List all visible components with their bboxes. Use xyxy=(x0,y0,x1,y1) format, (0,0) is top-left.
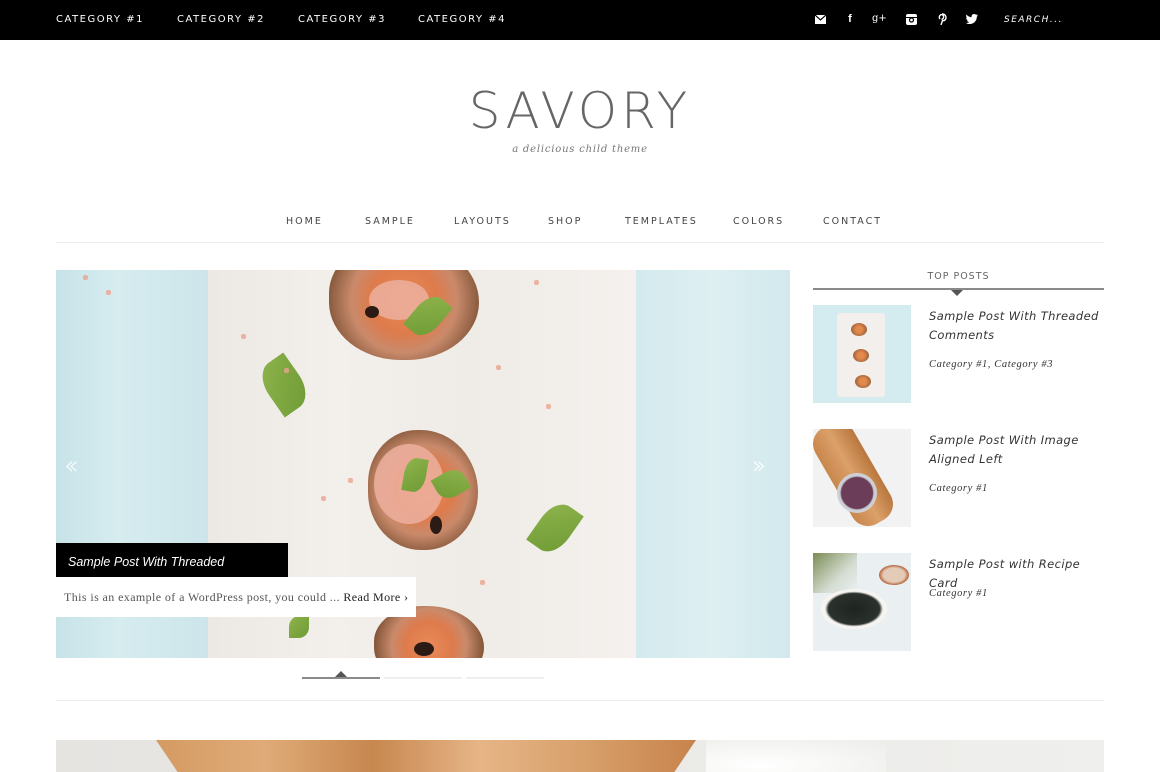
twitter-icon[interactable] xyxy=(965,11,979,27)
salt-crystal xyxy=(480,580,485,585)
topbar-category-4[interactable]: CATEGORY #4 xyxy=(418,14,506,25)
salt-crystal xyxy=(106,290,111,295)
topbar-category-1[interactable]: CATEGORY #1 xyxy=(56,14,144,25)
salt-crystal xyxy=(496,365,501,370)
email-icon[interactable] xyxy=(813,11,827,27)
salt-crystal xyxy=(546,404,551,409)
site-tagline: a delicious child theme xyxy=(512,144,648,155)
slider-pager-2[interactable] xyxy=(384,677,462,679)
slide-excerpt: This is an example of a WordPress post, … xyxy=(56,577,416,617)
featured-slider[interactable]: ‹‹ ›› Sample Post With Threaded Comments… xyxy=(56,270,790,658)
post-thumbnail[interactable] xyxy=(813,429,911,527)
nav-divider xyxy=(56,242,1104,243)
salt-crystal xyxy=(534,280,539,285)
salt-crystal xyxy=(321,496,326,501)
content-divider xyxy=(56,700,1104,701)
topbar-category-2[interactable]: CATEGORY #2 xyxy=(177,14,265,25)
salt-crystal xyxy=(348,478,353,483)
slider-prev-arrow[interactable]: ‹‹ xyxy=(64,453,79,479)
post-thumbnail[interactable] xyxy=(813,553,911,651)
facebook-icon[interactable]: f xyxy=(843,11,857,27)
nav-colors[interactable]: COLORS xyxy=(733,216,784,227)
slide-title[interactable]: Sample Post With Threaded Comments xyxy=(56,543,288,607)
nav-home[interactable]: HOME xyxy=(286,216,323,227)
pinterest-icon[interactable] xyxy=(935,11,949,27)
featured-image-below[interactable] xyxy=(56,740,1104,772)
slider-pager-3[interactable] xyxy=(466,677,544,679)
main-nav: HOME SAMPLE LAYOUTS SHOP TEMPLATES COLOR… xyxy=(0,216,1160,230)
top-posts-title: TOP POSTS xyxy=(927,271,990,282)
post-categories[interactable]: Category #1, Category #3 xyxy=(929,359,1053,370)
google-plus-icon[interactable]: g+ xyxy=(872,11,887,27)
top-post-item[interactable]: Sample Post With Image Aligned Left Cate… xyxy=(813,429,1104,527)
nav-layouts[interactable]: LAYOUTS xyxy=(454,216,511,227)
top-bar: CATEGORY #1 CATEGORY #2 CATEGORY #3 CATE… xyxy=(0,0,1160,40)
post-thumbnail[interactable] xyxy=(813,305,911,403)
nav-shop[interactable]: SHOP xyxy=(548,216,582,227)
salt-crystal xyxy=(241,334,246,339)
post-categories[interactable]: Category #1 xyxy=(929,588,988,599)
slide-excerpt-text: This is an example of a WordPress post, … xyxy=(64,590,344,604)
basil-leaf xyxy=(289,616,309,638)
top-post-item[interactable]: Sample Post with Recipe Card Category #1 xyxy=(813,553,1104,651)
post-title[interactable]: Sample Post With Image Aligned Left xyxy=(929,431,1104,469)
instagram-icon[interactable] xyxy=(904,11,918,27)
slider-pager-active-indicator xyxy=(335,671,347,677)
site-title[interactable]: SAVORY xyxy=(0,82,1160,140)
slider-next-arrow[interactable]: ›› xyxy=(752,453,767,479)
nav-contact[interactable]: CONTACT xyxy=(823,216,882,227)
nav-templates[interactable]: TEMPLATES xyxy=(625,216,698,227)
search-input[interactable] xyxy=(1004,12,1104,28)
widget-title-pointer xyxy=(951,290,963,296)
slider-pager-1[interactable] xyxy=(302,677,380,679)
top-post-item[interactable]: Sample Post With Threaded Comments Categ… xyxy=(813,305,1104,403)
topbar-category-3[interactable]: CATEGORY #3 xyxy=(298,14,386,25)
nav-sample[interactable]: SAMPLE xyxy=(365,216,415,227)
salt-crystal xyxy=(83,275,88,280)
post-categories[interactable]: Category #1 xyxy=(929,483,988,494)
site-title-text[interactable]: SAVORY xyxy=(469,82,691,140)
salt-crystal xyxy=(284,368,289,373)
post-title[interactable]: Sample Post With Threaded Comments xyxy=(929,307,1104,345)
slide-image-background-right xyxy=(636,270,790,658)
read-more-link[interactable]: Read More › xyxy=(343,590,408,604)
